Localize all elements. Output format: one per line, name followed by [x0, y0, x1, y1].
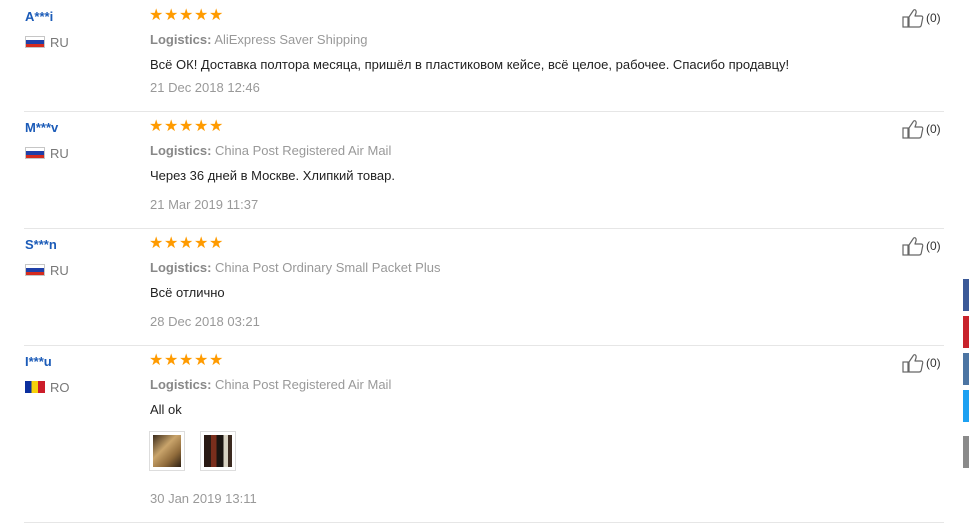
review-photo-thumbnail[interactable] — [149, 431, 185, 471]
ru-flag-icon — [25, 36, 45, 48]
share-button[interactable] — [963, 353, 969, 385]
reviewer-country: RU — [25, 262, 69, 278]
star-rating: ★ ★ ★ ★ ★ — [149, 352, 224, 369]
star-icon: ★ — [179, 352, 194, 369]
review-item: I***u RO ★ ★ ★ ★ ★ Logistics: China Post Regist… — [24, 345, 944, 523]
share-button[interactable] — [963, 279, 969, 311]
country-code: RU — [50, 262, 69, 278]
logistics-label: Logistics: — [150, 32, 212, 47]
reviewer-country: RU — [25, 145, 69, 161]
ru-flag-icon — [25, 264, 45, 276]
star-icon: ★ — [209, 118, 224, 135]
star-icon: ★ — [209, 7, 224, 24]
star-icon: ★ — [194, 352, 209, 369]
review-date: 21 Dec 2018 12:46 — [150, 80, 260, 95]
star-icon: ★ — [179, 235, 194, 252]
star-icon: ★ — [164, 352, 179, 369]
reviewer-name[interactable]: A***i — [25, 9, 53, 24]
share-button[interactable] — [963, 436, 969, 468]
helpful-button[interactable]: (0) — [902, 119, 941, 139]
ru-flag-icon — [25, 147, 45, 159]
logistics-info: Logistics: China Post Registered Air Mai… — [150, 377, 391, 392]
country-code: RO — [50, 379, 70, 395]
review-date: 21 Mar 2019 11:37 — [150, 197, 259, 212]
thumbs-up-icon[interactable] — [902, 353, 924, 373]
reviewer-name[interactable]: I***u — [25, 354, 52, 369]
helpful-count: (0) — [926, 356, 941, 370]
helpful-button[interactable]: (0) — [902, 353, 941, 373]
star-icon: ★ — [149, 118, 164, 135]
review-text: Всё ОК! Доставка полтора месяца, пришёл … — [150, 57, 790, 72]
reviewer-country: RO — [25, 379, 70, 395]
review-photo-thumbnail[interactable] — [200, 431, 236, 471]
logistics-label: Logistics: — [150, 377, 212, 392]
star-icon: ★ — [179, 7, 194, 24]
star-icon: ★ — [164, 235, 179, 252]
reviewer-name[interactable]: S***n — [25, 237, 57, 252]
review-photos — [149, 431, 236, 471]
helpful-button[interactable]: (0) — [902, 236, 941, 256]
review-text: All ok — [150, 402, 182, 417]
star-icon: ★ — [149, 352, 164, 369]
review-date: 28 Dec 2018 03:21 — [150, 314, 260, 329]
share-button[interactable] — [963, 316, 969, 348]
star-icon: ★ — [149, 235, 164, 252]
logistics-info: Logistics: China Post Registered Air Mai… — [150, 143, 391, 158]
review-item: A***i RU ★ ★ ★ ★ ★ Logistics: AliExpress Saver … — [24, 0, 944, 112]
star-icon: ★ — [194, 118, 209, 135]
star-icon: ★ — [209, 352, 224, 369]
logistics-method: China Post Registered Air Mail — [215, 143, 392, 158]
logistics-info: Logistics: China Post Ordinary Small Pac… — [150, 260, 440, 275]
star-rating: ★ ★ ★ ★ ★ — [149, 7, 224, 24]
star-icon: ★ — [179, 118, 194, 135]
reviewer-country: RU — [25, 34, 69, 50]
logistics-label: Logistics: — [150, 260, 212, 275]
star-rating: ★ ★ ★ ★ ★ — [149, 235, 224, 252]
helpful-count: (0) — [926, 239, 941, 253]
reviewer-name[interactable]: M***v — [25, 120, 58, 135]
review-item: S***n RU ★ ★ ★ ★ ★ Logistics: China Post Ordina… — [24, 228, 944, 346]
helpful-count: (0) — [926, 11, 941, 25]
thumbs-up-icon[interactable] — [902, 8, 924, 28]
review-date: 30 Jan 2019 13:11 — [150, 491, 257, 506]
review-text: Через 36 дней в Москве. Хлипкий товар. — [150, 168, 395, 183]
thumbs-up-icon[interactable] — [902, 119, 924, 139]
ro-flag-icon — [25, 381, 45, 393]
review-text: Всё отлично — [150, 285, 225, 300]
star-icon: ★ — [149, 7, 164, 24]
star-icon: ★ — [194, 7, 209, 24]
share-button[interactable] — [963, 390, 969, 422]
logistics-method: China Post Registered Air Mail — [215, 377, 392, 392]
star-icon: ★ — [194, 235, 209, 252]
logistics-label: Logistics: — [150, 143, 212, 158]
helpful-button[interactable]: (0) — [902, 8, 941, 28]
logistics-method: AliExpress Saver Shipping — [214, 32, 368, 47]
star-icon: ★ — [209, 235, 224, 252]
logistics-info: Logistics: AliExpress Saver Shipping — [150, 32, 368, 47]
review-item: M***v RU ★ ★ ★ ★ ★ Logistics: China Post Regist… — [24, 111, 944, 229]
helpful-count: (0) — [926, 122, 941, 136]
country-code: RU — [50, 145, 69, 161]
country-code: RU — [50, 34, 69, 50]
star-icon: ★ — [164, 118, 179, 135]
star-rating: ★ ★ ★ ★ ★ — [149, 118, 224, 135]
logistics-method: China Post Ordinary Small Packet Plus — [215, 260, 441, 275]
star-icon: ★ — [164, 7, 179, 24]
thumbs-up-icon[interactable] — [902, 236, 924, 256]
